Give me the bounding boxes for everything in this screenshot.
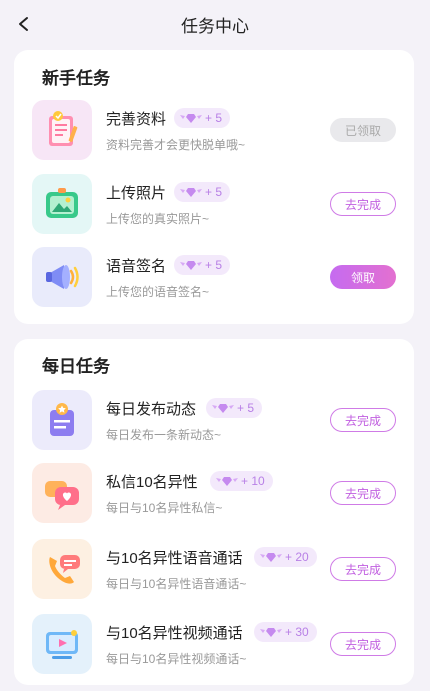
profile-document-icon (32, 100, 92, 160)
task-row-video-call: 与10名异性视频通话 + 30 每日与10名异性视频通话~ 去完成 (14, 614, 414, 674)
task-description: 每日与10名异性视频通话~ (106, 652, 247, 666)
megaphone-icon (32, 247, 92, 307)
page-title: 任务中心 (181, 16, 249, 36)
go-complete-button[interactable]: 去完成 (330, 408, 396, 432)
claimed-button[interactable]: 已领取 (330, 118, 396, 142)
diamond-wings-icon (212, 404, 234, 413)
go-complete-button[interactable]: 去完成 (330, 481, 396, 505)
reward-badge: + 30 (254, 622, 317, 642)
task-row-complete-profile: 完善资料 + 5 资料完善才会更快脱单哦~ 已领取 (14, 100, 414, 160)
diamond-wings-icon (180, 114, 202, 123)
reward-value: + 20 (285, 550, 309, 564)
task-row-daily-post: 每日发布动态 + 5 每日发布一条新动态~ 去完成 (14, 390, 414, 450)
section-title-daily: 每日任务 (42, 357, 110, 376)
task-description: 每日与10名异性私信~ (106, 501, 223, 515)
reward-badge: + 5 (174, 182, 231, 202)
task-name: 语音签名 (106, 258, 167, 275)
chevron-left-icon (19, 17, 28, 31)
task-row-voice-signature: 语音签名 + 5 上传您的语音签名~ 领取 (14, 247, 414, 307)
diamond-wings-icon (260, 628, 282, 637)
task-description: 资料完善才会更快脱单哦~ (106, 138, 246, 152)
task-row-upload-photo: 上传照片 + 5 上传您的真实照片~ 去完成 (14, 174, 414, 234)
diamond-wings-icon (180, 188, 202, 197)
task-name: 与10名异性视频通话 (106, 625, 243, 642)
reward-badge: + 5 (174, 255, 231, 275)
reward-value: + 5 (205, 111, 223, 125)
task-name: 私信10名异性 (106, 474, 198, 491)
reward-value: + 5 (205, 185, 223, 199)
top-bar: 任务中心 (0, 0, 430, 48)
diamond-wings-icon (260, 553, 282, 562)
reward-value: + 5 (205, 258, 223, 272)
reward-badge: + 5 (174, 108, 231, 128)
reward-value: + 30 (285, 625, 309, 639)
video-call-icon (32, 614, 92, 674)
task-description: 每日发布一条新动态~ (106, 428, 222, 442)
diamond-wings-icon (216, 477, 238, 486)
back-button[interactable] (12, 12, 36, 36)
task-description: 上传您的真实照片~ (106, 212, 210, 226)
claim-button[interactable]: 领取 (330, 265, 396, 289)
task-description: 每日与10名异性语音通话~ (106, 577, 247, 591)
reward-badge: + 10 (210, 471, 273, 491)
task-name: 完善资料 (106, 111, 167, 128)
phone-call-icon (32, 539, 92, 599)
go-complete-button[interactable]: 去完成 (330, 557, 396, 581)
reward-badge: + 20 (254, 547, 317, 567)
task-row-voice-call: 与10名异性语音通话 + 20 每日与10名异性语音通话~ 去完成 (14, 539, 414, 599)
reward-value: + 5 (237, 401, 255, 415)
reward-badge: + 5 (206, 398, 263, 418)
chat-heart-icon (32, 463, 92, 523)
photo-icon (32, 174, 92, 234)
reward-value: + 10 (241, 474, 265, 488)
task-name: 每日发布动态 (106, 401, 197, 418)
diamond-wings-icon (180, 261, 202, 270)
task-name: 与10名异性语音通话 (106, 550, 243, 567)
task-description: 上传您的语音签名~ (106, 285, 210, 299)
post-icon (32, 390, 92, 450)
section-title-novice: 新手任务 (42, 69, 110, 88)
task-row-private-message: 私信10名异性 + 10 每日与10名异性私信~ 去完成 (14, 463, 414, 523)
task-name: 上传照片 (106, 185, 167, 202)
go-complete-button[interactable]: 去完成 (330, 192, 396, 216)
go-complete-button[interactable]: 去完成 (330, 632, 396, 656)
